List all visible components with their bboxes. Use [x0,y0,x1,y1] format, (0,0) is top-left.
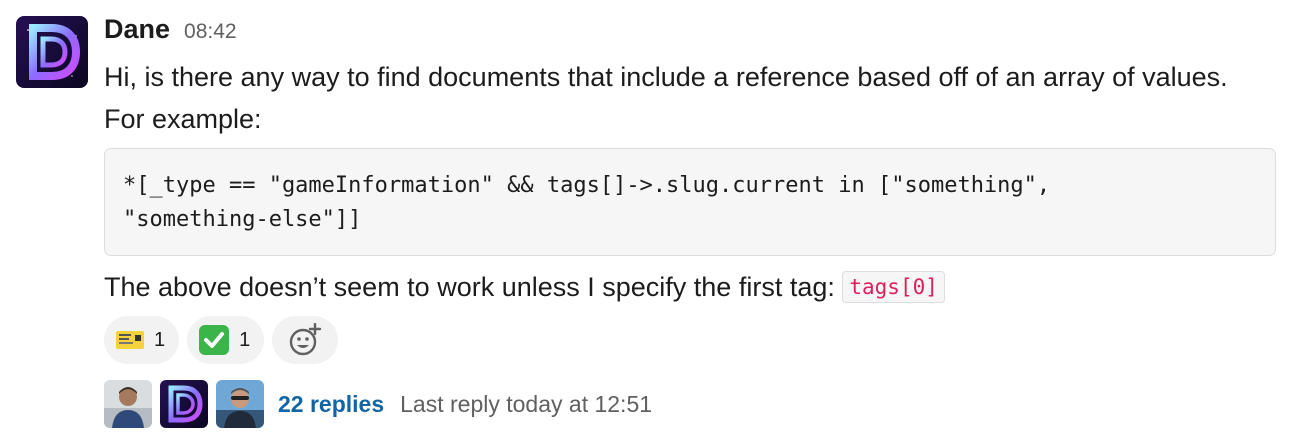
message-timestamp[interactable]: 08:42 [184,20,237,44]
message-header: Dane 08:42 [104,14,237,50]
reactions-bar: 1 1 [104,316,339,364]
add-emoji-icon [290,323,322,356]
reaction-count: 1 [239,328,251,351]
code-block: *[_type == "gameInformation" && tags[]->… [104,148,1276,256]
follow-text: The above doesn’t seem to work unless I … [104,272,843,302]
inline-code: tags[0] [842,271,945,303]
last-reply-text: Last reply today at 12:51 [400,390,653,417]
participant-avatar[interactable] [160,380,208,428]
author-name[interactable]: Dane [104,14,170,45]
user-avatar[interactable] [16,16,88,88]
thread-summary[interactable]: 22 replies Last reply today at 12:51 [104,380,652,428]
participant-avatar[interactable] [104,380,152,428]
add-reaction-button[interactable] [272,316,339,364]
message-text: Hi, is there any way to find documents t… [104,62,1228,134]
concert-ticket-icon [116,331,144,349]
replies-link[interactable]: 22 replies [278,391,384,418]
white-check-mark-icon [199,325,230,355]
participant-avatar[interactable] [216,380,264,428]
message-follow-text: The above doesn’t seem to work unless I … [104,266,945,308]
reaction-check-mark[interactable]: 1 [187,316,265,364]
reaction-concert-ticket[interactable]: 1 [104,316,180,364]
reaction-count: 1 [154,328,166,351]
